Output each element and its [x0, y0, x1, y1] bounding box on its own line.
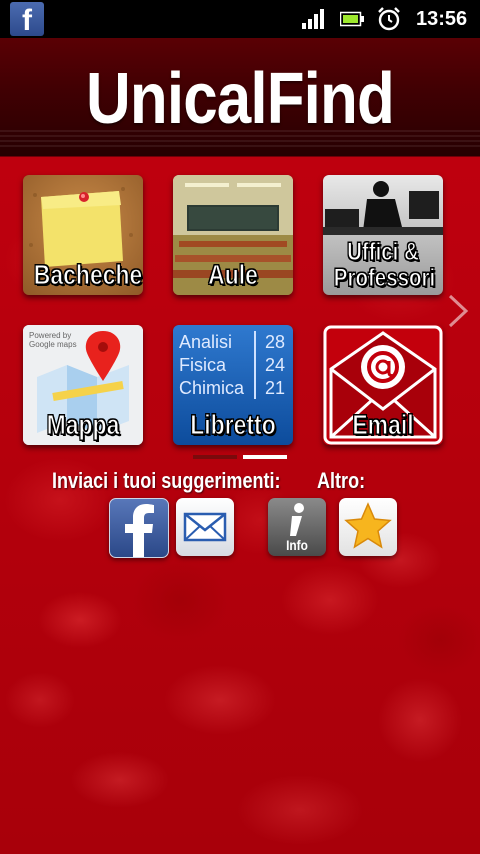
star-icon [344, 502, 392, 549]
tile-email[interactable]: Email [323, 325, 443, 445]
battery-icon [340, 11, 364, 27]
signal-icon [302, 9, 324, 29]
tile-mappa[interactable]: Powered by Google maps Mappa [23, 325, 143, 445]
pager-indicator-page-2 [243, 455, 287, 459]
feedback-label: Inviaci i tuoi suggerimenti: [52, 468, 281, 493]
powered-by-google-maps: Powered by Google maps [29, 331, 77, 349]
app-header: UnicalFind [0, 38, 480, 157]
chevron-right-icon[interactable] [446, 294, 470, 328]
status-bar: f 13:56 [0, 0, 480, 38]
facebook-feedback-button[interactable] [109, 498, 169, 558]
tile-label: Libretto [190, 409, 276, 440]
grade-row: Analisi 28 [179, 331, 289, 354]
rate-button[interactable] [339, 498, 397, 556]
tile-uffici-professori[interactable]: Uffici & Professori [323, 175, 443, 295]
grade-row: Chimica 21 [179, 377, 289, 400]
grade-row: Fisica 24 [179, 354, 289, 377]
grade-subject: Analisi [179, 332, 233, 352]
facebook-icon [125, 504, 154, 557]
grade-score: 28 [264, 332, 285, 352]
tile-label: Mappa [46, 409, 120, 440]
pager-indicator-page-1 [193, 455, 237, 459]
tile-label: Uffici & Professori [333, 237, 436, 292]
tile-libretto[interactable]: Analisi 28 Fisica 24 Chimica 21 Libretto [173, 325, 293, 445]
info-label: Info [286, 537, 308, 553]
grade-score: 21 [264, 378, 285, 398]
mail-icon [183, 512, 227, 542]
grade-list: Analisi 28 Fisica 24 Chimica 21 [179, 331, 289, 400]
alarm-clock-icon [378, 7, 400, 31]
grade-subject: Fisica [179, 355, 227, 375]
email-feedback-button[interactable] [176, 498, 234, 556]
tile-bacheche[interactable]: Bacheche [23, 175, 143, 295]
other-label: Altro: [317, 468, 366, 493]
info-button[interactable]: Info [268, 498, 326, 556]
tile-label: Bacheche [33, 259, 143, 290]
tile-label: Email [352, 409, 414, 440]
app-title: UnicalFind [86, 59, 395, 139]
clock-time: 13:56 [416, 8, 468, 30]
grade-score: 24 [264, 355, 285, 375]
grade-subject: Chimica [179, 378, 245, 398]
facebook-notification-icon[interactable]: f [10, 2, 44, 37]
tile-label: Aule [208, 259, 259, 290]
tile-aule[interactable]: Aule [173, 175, 293, 295]
